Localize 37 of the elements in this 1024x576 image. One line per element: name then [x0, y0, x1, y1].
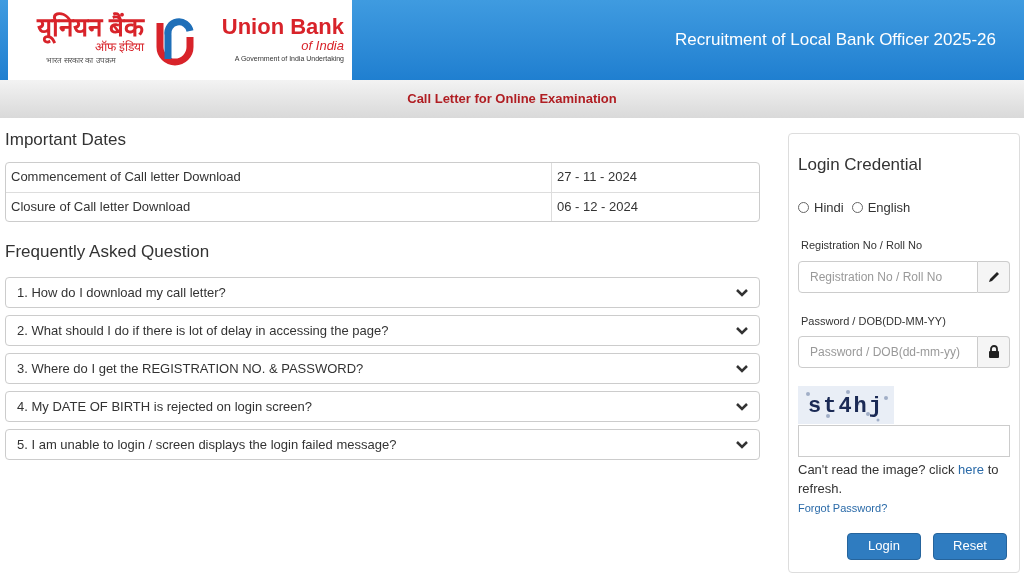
page-title: Recruitment of Local Bank Officer 2025-26 [675, 29, 996, 52]
refresh-link[interactable]: here [958, 462, 985, 477]
panel-heading: Login Credential [798, 154, 923, 176]
captcha-image: st4hj [798, 386, 894, 424]
language-radio[interactable]: Hindi [798, 197, 844, 217]
login-button[interactable]: Login [847, 532, 921, 560]
pencil-icon [986, 269, 1001, 284]
chevron-down-icon [736, 402, 748, 411]
lock-icon [986, 345, 1001, 359]
captcha-help-text: Can't read the image? click here to refresh. [798, 461, 1000, 498]
date-label: Commencement of Call letter Download [6, 162, 552, 192]
faq-item[interactable]: 3. Where do I get the REGISTRATION NO. & PASSWORD? [5, 353, 760, 384]
chevron-down-icon [736, 364, 748, 373]
logo-english-name: Union Bank [221, 15, 344, 38]
captcha-input-field[interactable] [798, 425, 1010, 457]
text-input-field[interactable]: Registration No / Roll No [798, 260, 978, 293]
page-subtitle: Call Letter for Online Examination [407, 90, 617, 109]
chevron-down-icon [736, 440, 748, 449]
forgot-password-link[interactable]: Forgot Password? [798, 500, 1010, 517]
faq-item[interactable]: 4. My DATE OF BIRTH is rejected on login screen? [5, 391, 760, 422]
faq-item[interactable]: 1. How do I download my call letter? [5, 277, 760, 308]
section-heading: Important Dates [5, 129, 127, 151]
section-heading: Frequently Asked Question [5, 240, 211, 263]
reset-button[interactable]: Reset [933, 532, 1007, 560]
date-value: 27 - 11 - 2024 [556, 168, 637, 187]
faq-item[interactable]: 5. I am unable to login / screen displays the login failed message? [5, 429, 760, 460]
language-radio[interactable]: English [851, 197, 911, 217]
field-label: Password / DOB(DD-MM-YY) [800, 313, 947, 329]
date-label: Closure of Call letter Download [6, 192, 552, 221]
text-input-field[interactable]: Password / DOB(dd-mm-yy) [798, 336, 978, 368]
logo-english-subtitle: of India [301, 37, 344, 54]
chevron-down-icon [736, 326, 748, 335]
logo-hindi-tagline: भारत सरकार का उपक्रम [46, 54, 116, 67]
field-label: Registration No / Roll No [800, 238, 924, 253]
chevron-down-icon [736, 288, 748, 297]
faq-item[interactable]: 2. What should I do if there is lot of delay in accessing the page? [5, 315, 760, 346]
date-value: 06 - 12 - 2024 [556, 197, 638, 216]
